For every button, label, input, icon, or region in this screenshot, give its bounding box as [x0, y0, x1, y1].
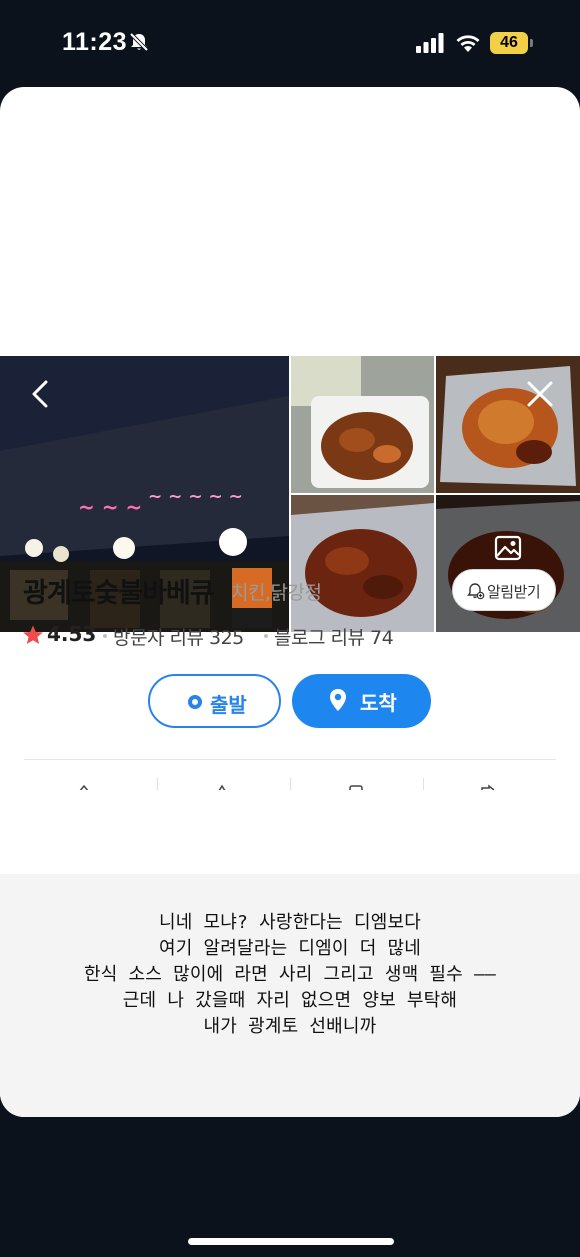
share-arrow-icon[interactable]	[214, 780, 230, 790]
back-arrow-icon[interactable]	[22, 376, 58, 412]
battery-icon: 46	[490, 32, 534, 54]
caption-line: 내가 광계토 선배니까	[203, 1016, 377, 1037]
action-tab-row	[24, 760, 556, 790]
tab-separator	[290, 778, 291, 790]
place-category: 치킨,닭강정	[231, 582, 322, 604]
signal-icon	[416, 33, 444, 53]
caption-line: 근데 나 갔을때 자리 없으면 양보 부탁해	[122, 990, 458, 1011]
food-image-3	[291, 495, 434, 632]
status-bar: 11:23 46	[0, 0, 580, 86]
food-image-2	[436, 356, 580, 493]
visitor-review-link[interactable]: 방문자 리뷰 325	[113, 623, 244, 650]
food-photo-3[interactable]	[291, 495, 434, 632]
caption-line: 한식 소스 많이에 라면 사리 그리고 생맥 필수 ——	[83, 964, 497, 985]
depart-button[interactable]: 출발	[148, 674, 281, 728]
caption-line: 니네 모냐? 사랑한다는 디엠보다	[158, 912, 422, 933]
notify-button[interactable]: 알림받기	[452, 569, 556, 611]
wifi-icon	[456, 35, 480, 52]
food-photo-2[interactable]	[436, 356, 580, 493]
food-photo-4[interactable]: +865	[436, 495, 580, 632]
location-pin-icon	[330, 689, 346, 711]
origin-dot-icon	[188, 695, 202, 709]
blog-review-link[interactable]: 블로그 리뷰 74	[274, 623, 394, 650]
image-icon	[494, 535, 522, 561]
home-indicator[interactable]	[188, 1238, 394, 1245]
share-icon[interactable]	[480, 780, 496, 790]
map-icon[interactable]	[348, 780, 364, 790]
caption-line: 여기 알려달라는 디엠이 더 많네	[158, 938, 422, 959]
bell-plus-icon	[467, 583, 485, 600]
battery-level: 46	[490, 32, 528, 54]
separator-dot	[264, 634, 268, 638]
star-icon	[23, 625, 43, 644]
svg-text:~ ~ ~ ~ ~: ~ ~ ~ ~ ~	[148, 487, 243, 507]
arrive-button[interactable]: 도착	[292, 674, 431, 728]
place-card: ~ ~ ~ ~ ~ ~ ~ ~ 광계토숯불바베큐 치킨,닭강정 알림받기 4.5…	[0, 87, 580, 1117]
rating-value: 4.53	[47, 622, 97, 646]
save-icon[interactable]	[76, 780, 92, 790]
food-photo-1[interactable]	[291, 356, 434, 493]
svg-text:~ ~ ~: ~ ~ ~	[78, 495, 142, 519]
caption-panel: 니네 모냐? 사랑한다는 디엠보다 여기 알려달라는 디엠이 더 많네 한식 소…	[0, 874, 580, 1117]
battery-tip	[530, 39, 533, 47]
tab-separator	[423, 778, 424, 790]
depart-label: 출발	[210, 693, 247, 717]
bell-slash-icon	[129, 32, 149, 52]
notify-label: 알림받기	[487, 583, 541, 601]
tab-separator	[157, 778, 158, 790]
food-image-1	[291, 356, 434, 493]
place-name: 광계토숯불바베큐	[23, 578, 215, 609]
separator-dot	[103, 634, 107, 638]
arrive-label: 도착	[360, 691, 397, 715]
close-icon[interactable]	[522, 376, 558, 412]
status-time: 11:23	[62, 28, 128, 56]
more-photos-overlay[interactable]: +865	[436, 495, 580, 632]
